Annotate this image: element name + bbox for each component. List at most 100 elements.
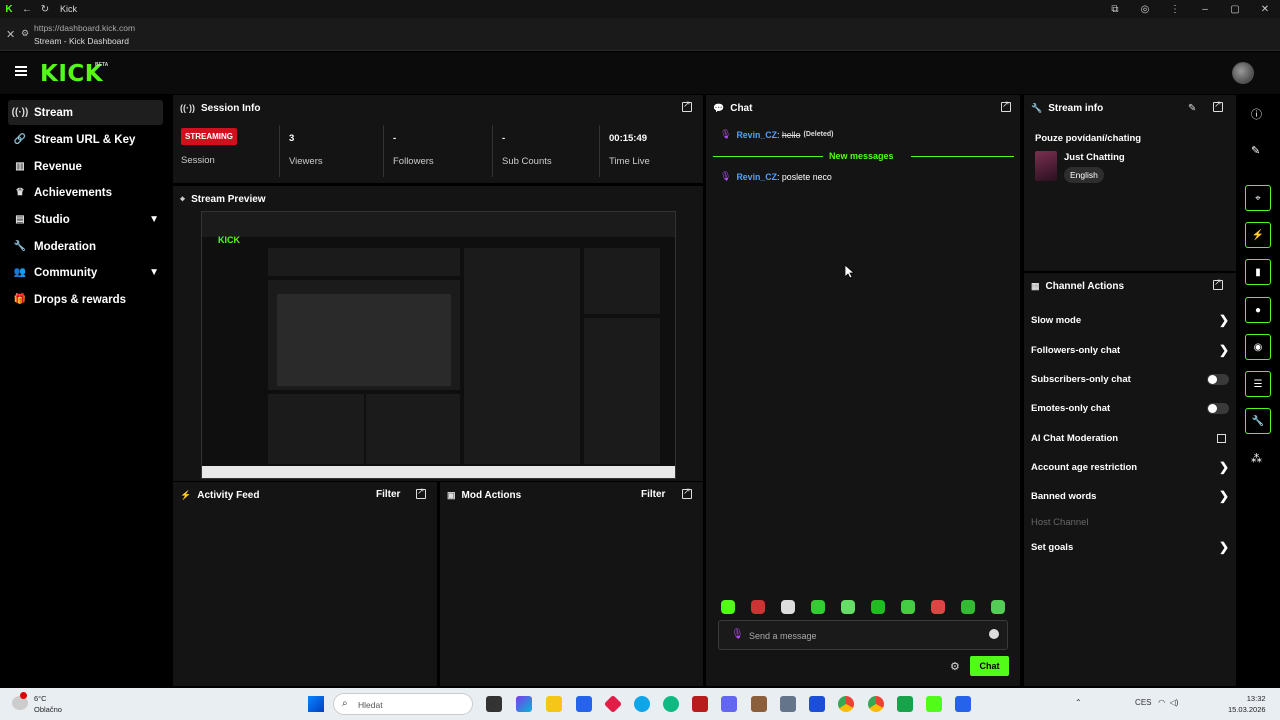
action-ai-chat-moderation[interactable]: AI Chat Moderation [1031, 428, 1229, 448]
sidebar-item-achievements[interactable]: ♛ Achievements [8, 180, 163, 205]
hamburger-menu-icon[interactable] [15, 66, 27, 76]
popout-icon[interactable] [1001, 99, 1011, 112]
wrench-icon[interactable]: 🔧 [1245, 408, 1271, 434]
action-slow-mode[interactable]: Slow mode ❯ [1031, 310, 1229, 330]
app-icon[interactable] [692, 696, 708, 712]
wifi-icon[interactable]: ◠ [1158, 698, 1165, 707]
broadcast-icon[interactable]: ◉ [1245, 334, 1271, 360]
emote-icon[interactable] [811, 600, 825, 614]
chrome-profile-icon[interactable] [868, 696, 884, 712]
close-window-icon[interactable]: ✕ [1250, 4, 1280, 15]
sidebar-item-stream-url-key[interactable]: 🔗 Stream URL & Key [8, 127, 163, 152]
category-thumbnail [1035, 151, 1057, 181]
chat-bubble-icon[interactable]: ● [1245, 297, 1271, 323]
popout-icon[interactable] [682, 99, 692, 112]
language-indicator[interactable]: CES [1135, 698, 1151, 707]
emote-icon[interactable] [871, 600, 885, 614]
sidebar-item-community[interactable]: 👥 Community ▼ [8, 260, 163, 285]
kick-logo[interactable]: KICK [40, 61, 103, 87]
lightning-icon[interactable]: ⚡ [1245, 222, 1271, 248]
edit-pencil-icon[interactable]: ✎ [1188, 103, 1196, 114]
sidebar-item-label: Achievements [34, 186, 112, 199]
reload-icon[interactable]: ↻ [36, 4, 54, 15]
app-icon[interactable] [751, 696, 767, 712]
emote-icon[interactable] [781, 600, 795, 614]
edge-dev-icon[interactable] [663, 696, 679, 712]
app-icon[interactable] [897, 696, 913, 712]
chevron-up-icon[interactable]: ⌃ [1075, 698, 1082, 707]
send-chat-button[interactable]: Chat [970, 656, 1009, 676]
preview-panel [366, 394, 460, 464]
layout-icon[interactable]: ☰ [1245, 371, 1271, 397]
clock[interactable]: 13:32 15.03.2026 [1228, 693, 1266, 715]
minimize-icon[interactable]: – [1190, 4, 1220, 15]
sidebar-item-stream[interactable]: ((·)) Stream [8, 100, 163, 125]
action-account-age-restriction[interactable]: Account age restriction ❯ [1031, 457, 1229, 477]
calculator-icon[interactable] [780, 696, 796, 712]
task-view-icon[interactable] [486, 696, 502, 712]
app-icon[interactable] [955, 696, 971, 712]
emote-icon[interactable] [751, 600, 765, 614]
popout-icon[interactable] [416, 486, 426, 499]
action-banned-words[interactable]: Banned words ❯ [1031, 486, 1229, 506]
filter-button[interactable]: Filter [376, 489, 400, 500]
windows-start-icon[interactable] [308, 696, 324, 712]
sidebar-item-moderation[interactable]: 🔧 Moderation [8, 234, 163, 259]
emote-icon[interactable] [931, 600, 945, 614]
close-icon[interactable]: ✕ [6, 28, 15, 41]
teams-icon[interactable] [721, 696, 737, 712]
weather-icon[interactable] [12, 692, 28, 710]
avatar[interactable] [1232, 62, 1254, 84]
emote-icon[interactable] [841, 600, 855, 614]
weather-widget[interactable]: 6°C Oblačno [34, 693, 62, 715]
stat-session: STREAMING Session [181, 125, 276, 177]
app-icon[interactable] [603, 694, 623, 714]
edge-icon[interactable] [634, 696, 650, 712]
subscribers-only-toggle[interactable] [1207, 373, 1229, 385]
filter-button[interactable]: Filter [641, 489, 665, 500]
chat-message-input[interactable] [749, 627, 979, 645]
emotes-only-toggle[interactable] [1207, 402, 1229, 414]
stat-label: Sub Counts [502, 156, 552, 167]
back-icon[interactable]: ← [18, 4, 36, 15]
window-controls: ⧉ ◎ ⋮ – ▢ ✕ [1100, 4, 1280, 15]
action-set-goals[interactable]: Set goals ❯ [1031, 537, 1229, 557]
preview-toggle-icon[interactable]: ⌖ [1245, 185, 1271, 211]
edit-pencil-icon[interactable]: ✎ [1251, 144, 1260, 157]
chat-username[interactable]: Revin_CZ [736, 172, 777, 182]
sidebar-item-studio[interactable]: ▤ Studio ▼ [8, 207, 163, 232]
copilot-icon[interactable] [516, 696, 532, 712]
stream-preview-video[interactable]: KICK [201, 211, 676, 479]
translate-icon[interactable]: ⧉ [1100, 4, 1130, 15]
emote-icon[interactable] [721, 600, 735, 614]
more-menu-icon[interactable]: ⋮ [1160, 4, 1190, 15]
share-icon[interactable]: ⁂ [1251, 452, 1262, 465]
sidebar-item-drops-rewards[interactable]: 🎁 Drops & rewards [8, 287, 163, 312]
volume-icon[interactable]: ◁) [1170, 698, 1179, 707]
popout-icon[interactable] [1213, 99, 1223, 112]
emoji-picker-icon[interactable] [989, 629, 999, 639]
action-followers-only-chat[interactable]: Followers-only chat ❯ [1031, 340, 1229, 360]
chrome-icon[interactable] [838, 696, 854, 712]
emote-icon[interactable] [901, 600, 915, 614]
action-label: Host Channel [1031, 516, 1089, 528]
site-settings-icon[interactable]: ⚙ [21, 28, 29, 39]
info-icon[interactable]: ⓘ [1251, 106, 1262, 122]
word-icon[interactable] [809, 696, 825, 712]
url-text[interactable]: https://dashboard.kick.com [34, 23, 135, 33]
file-explorer-icon[interactable] [546, 696, 562, 712]
taskbar-search-input[interactable] [358, 697, 458, 712]
eye-off-icon[interactable]: ◎ [1130, 4, 1160, 15]
popout-icon[interactable] [682, 486, 692, 499]
store-icon[interactable] [576, 696, 592, 712]
document-icon[interactable]: ▮ [1245, 259, 1271, 285]
weather-desc: Oblačno [34, 705, 62, 714]
popout-icon[interactable] [1213, 277, 1223, 290]
emote-icon[interactable] [991, 600, 1005, 614]
kick-app-icon[interactable] [926, 696, 942, 712]
maximize-icon[interactable]: ▢ [1220, 4, 1250, 15]
chat-username[interactable]: Revin_CZ [736, 130, 777, 140]
gear-icon[interactable]: ⚙ [950, 660, 960, 673]
emote-icon[interactable] [961, 600, 975, 614]
sidebar-item-revenue[interactable]: ▥ Revenue [8, 154, 163, 179]
